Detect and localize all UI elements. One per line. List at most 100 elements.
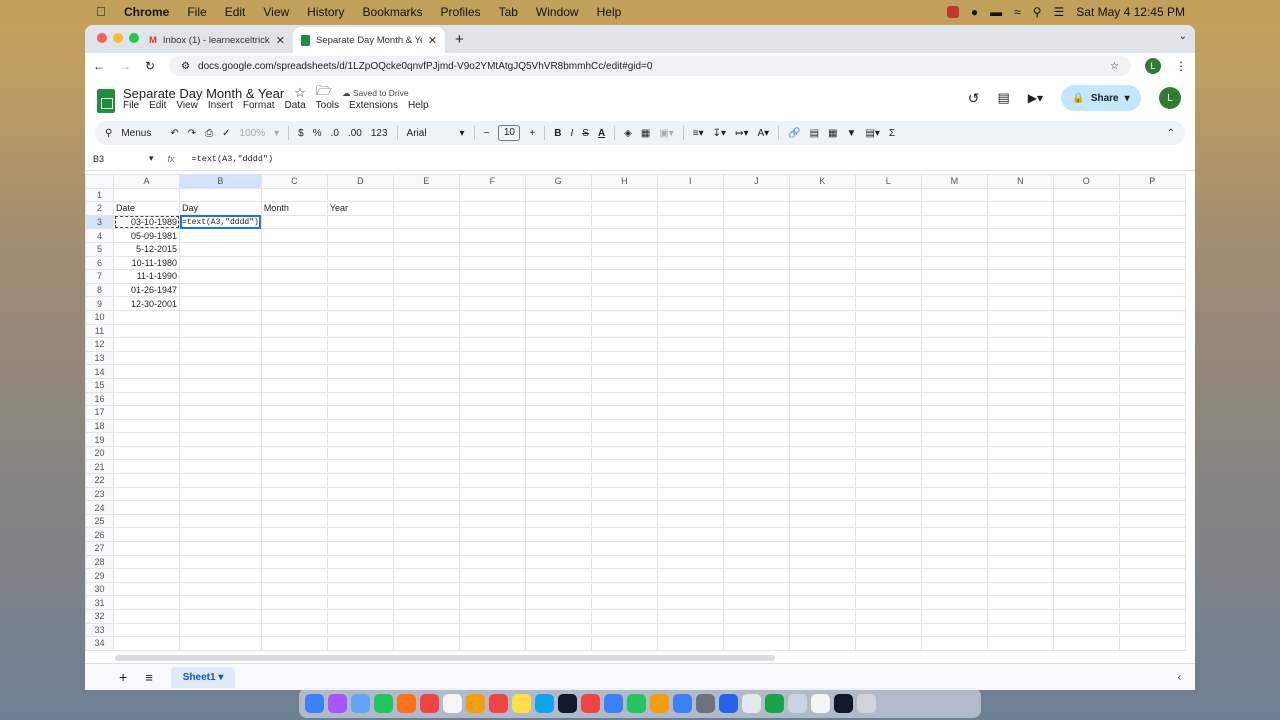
tab-search-chevron-icon[interactable]: ⌄ [1179, 31, 1187, 42]
cell-m1[interactable] [920, 187, 988, 203]
cell-m22[interactable] [920, 473, 988, 488]
cell-h24[interactable] [590, 500, 658, 515]
wifi-icon[interactable]: ≈ [1014, 5, 1021, 19]
cell-j30[interactable] [722, 581, 790, 597]
row-header[interactable]: 8 [85, 282, 114, 298]
cell-a1[interactable] [113, 187, 180, 203]
cell-m30[interactable] [920, 581, 988, 597]
cell-e34[interactable] [392, 636, 460, 651]
cell-h23[interactable] [590, 486, 658, 502]
cell-f5[interactable] [458, 241, 526, 257]
row-header[interactable]: 33 [85, 622, 114, 638]
cell-d23[interactable] [326, 486, 394, 502]
cell-n9[interactable] [986, 296, 1054, 311]
column-header-j[interactable]: J [722, 174, 790, 189]
menu-edit[interactable]: Edit [149, 100, 166, 111]
cell-n26[interactable] [986, 527, 1054, 543]
cell-i25[interactable] [656, 513, 724, 529]
currency-format-button[interactable]: $ [298, 128, 304, 139]
menubar-item-edit[interactable]: Edit [225, 5, 246, 19]
cell-d24[interactable] [326, 500, 394, 515]
numbers-icon[interactable] [627, 693, 646, 713]
cell-n22[interactable] [986, 473, 1054, 488]
url-field[interactable]: ⚙ docs.google.com/spreadsheets/d/1LZpOQc… [169, 56, 1131, 76]
cell-e14[interactable] [392, 364, 460, 379]
cell-b3[interactable]: =text(A3,"dddd") [179, 214, 262, 230]
cell-e27[interactable] [392, 541, 460, 556]
cell-n16[interactable] [986, 391, 1054, 407]
cell-h26[interactable] [590, 527, 658, 543]
cell-e18[interactable] [392, 418, 460, 434]
horizontal-scrollbar[interactable] [115, 655, 775, 661]
cell-f1[interactable] [458, 187, 526, 203]
cell-l2[interactable] [854, 201, 922, 216]
cell-p12[interactable] [1118, 337, 1186, 352]
row-header[interactable]: 21 [85, 459, 114, 475]
cell-j33[interactable] [722, 622, 790, 638]
cell-p19[interactable] [1118, 432, 1186, 447]
cell-e17[interactable] [392, 405, 460, 420]
cell-d20[interactable] [326, 445, 394, 461]
cell-k13[interactable] [788, 350, 856, 366]
cell-e22[interactable] [392, 473, 460, 488]
cell-i31[interactable] [656, 595, 724, 610]
cell-i15[interactable] [656, 377, 724, 393]
cell-h8[interactable] [590, 282, 658, 298]
cell-o32[interactable] [1052, 609, 1120, 624]
cell-h30[interactable] [590, 581, 658, 597]
cell-k20[interactable] [788, 445, 856, 461]
cell-c22[interactable] [260, 473, 328, 488]
cell-d22[interactable] [326, 473, 394, 488]
column-header-d[interactable]: D [326, 174, 394, 189]
cell-e24[interactable] [392, 500, 460, 515]
cell-h16[interactable] [590, 391, 658, 407]
cell-a9[interactable]: 12-30-2001 [113, 296, 180, 311]
cell-i14[interactable] [656, 364, 724, 379]
cell-p23[interactable] [1118, 486, 1186, 502]
undo-icon[interactable]: ↶ [170, 128, 178, 139]
cell-n5[interactable] [986, 241, 1054, 257]
spreadsheet-grid[interactable]: A B C D E F G H I J K L M N O P 1 2 Date Day Month Year 3 03-10… [85, 174, 1195, 660]
cell-j32[interactable] [722, 609, 790, 624]
increase-decimal-button[interactable]: .00 [348, 128, 362, 139]
cell-o22[interactable] [1052, 473, 1120, 488]
cell-f8[interactable] [458, 282, 526, 298]
cell-k26[interactable] [788, 527, 856, 543]
cell-o26[interactable] [1052, 527, 1120, 543]
cell-g5[interactable] [524, 241, 592, 257]
cell-c12[interactable] [260, 337, 328, 352]
cell-l21[interactable] [854, 459, 922, 475]
menu-extensions[interactable]: Extensions [349, 100, 398, 111]
row-header[interactable]: 9 [85, 296, 114, 311]
cell-j10[interactable] [722, 309, 790, 325]
cell-k10[interactable] [788, 309, 856, 325]
cell-h14[interactable] [590, 364, 658, 379]
cell-b26[interactable] [179, 527, 262, 543]
filter-icon[interactable]: ▼ [847, 128, 857, 139]
cell-i23[interactable] [656, 486, 724, 502]
cell-o21[interactable] [1052, 459, 1120, 475]
font-select[interactable]: Arial [407, 128, 451, 139]
cell-j25[interactable] [722, 513, 790, 529]
cell-h12[interactable] [590, 337, 658, 352]
cell-d12[interactable] [326, 337, 394, 352]
cell-p4[interactable] [1118, 228, 1186, 243]
cell-k15[interactable] [788, 377, 856, 393]
cell-i18[interactable] [656, 418, 724, 434]
cell-g3[interactable] [524, 214, 592, 230]
cell-l13[interactable] [854, 350, 922, 366]
cell-e29[interactable] [392, 568, 460, 583]
menubar-item-bookmarks[interactable]: Bookmarks [363, 5, 423, 19]
row-header[interactable]: 10 [85, 309, 114, 325]
cell-i34[interactable] [656, 636, 724, 651]
trash-icon[interactable] [857, 693, 876, 713]
cell-c26[interactable] [260, 527, 328, 543]
row-header[interactable]: 30 [85, 581, 114, 597]
cell-a30[interactable] [113, 581, 180, 597]
cell-m21[interactable] [920, 459, 988, 475]
cell-l4[interactable] [854, 228, 922, 243]
row-header[interactable]: 32 [85, 609, 114, 624]
cell-l5[interactable] [854, 241, 922, 257]
cell-m27[interactable] [920, 541, 988, 556]
cell-i30[interactable] [656, 581, 724, 597]
